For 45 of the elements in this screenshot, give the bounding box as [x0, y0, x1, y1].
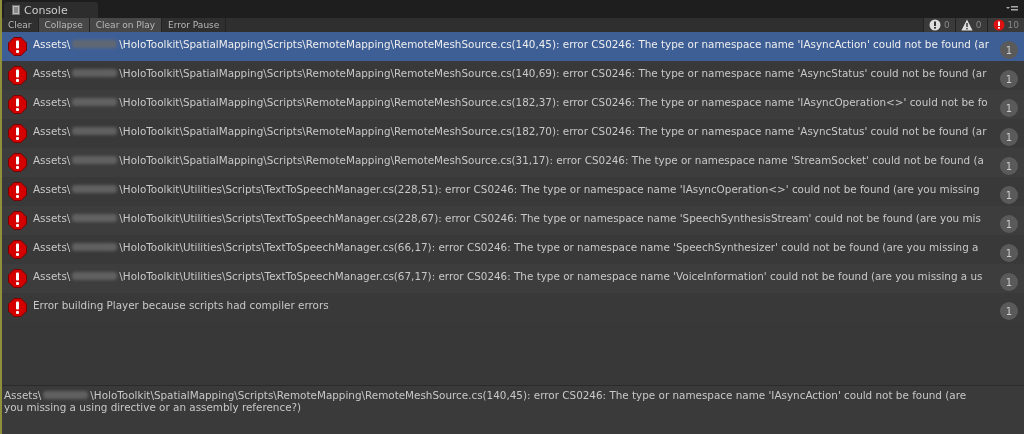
tab-title: Console [24, 3, 68, 17]
toggle-button[interactable]: Clear on Play [89, 18, 163, 32]
log-message: Assets\ \HoloToolkit\SpatialMapping\Scripts\RemoteMapping\RemoteMeshSource.cs(140,45): error CS0246: The type or namespace name 'IAsyncAction' could not be found (ar [33, 37, 989, 51]
log-detail: Assets\ \HoloToolkit\SpatialMapping\Scripts\RemoteMapping\RemoteMeshSource.cs(140,45): error CS0246: The type or namespace name 'IAsyncAction' could not be found (are you missing a using directive or an assembly reference?) [4, 389, 968, 413]
error-icon [8, 269, 27, 288]
log-message: Assets\ \HoloToolkit\SpatialMapping\Scripts\RemoteMapping\RemoteMeshSource.cs(182,37): error CS0246: The type or namespace name 'IAsyncOperation<>' could not be fo [33, 95, 988, 109]
log-message: Assets\ \HoloToolkit\SpatialMapping\Scripts\RemoteMapping\RemoteMeshSource.cs(182,70): error CS0246: The type or namespace name 'AsyncStatus' could not be found (ar [33, 124, 987, 138]
error-icon [8, 66, 27, 85]
log-message: Assets\ \HoloToolkit\Utilities\Scripts\TextToSpeechManager.cs(228,51): error CS0246: The type or namespace name 'IAsyncOperation<>' could not be found (are you missing [33, 182, 980, 196]
toggle-button[interactable]: Collapse [38, 18, 90, 32]
info-icon [929, 19, 942, 31]
error-icon [8, 182, 27, 201]
log-message: Assets\ \HoloToolkit\Utilities\Scripts\TextToSpeechManager.cs(67,17): error CS0246: The type or namespace name 'VoiceInformation' could not be found (are you missing a us [33, 269, 983, 283]
log-message: Assets\ \HoloToolkit\Utilities\Scripts\TextToSpeechManager.cs(228,67): error CS0246: The type or namespace name 'SpeechSynthesisStream' could not be found (are you mis [33, 211, 981, 225]
count-badge: 1 [1000, 41, 1018, 59]
log-entry[interactable]: Assets\ \HoloToolkit\SpatialMapping\Scripts\RemoteMapping\RemoteMeshSource.cs(182,37): error CS0246: The type or namespace name 'IAsyncOperation<>' could not be fo 1 [2, 90, 1024, 119]
console-tab[interactable]: Console [4, 2, 98, 18]
count-badge: 1 [1000, 244, 1018, 262]
error-icon [8, 240, 27, 259]
count-badge: 1 [1000, 273, 1018, 291]
error-icon [8, 298, 27, 317]
log-entry[interactable]: Assets\ \HoloToolkit\Utilities\Scripts\TextToSpeechManager.cs(67,17): error CS0246: The type or namespace name 'VoiceInformation' could not be found (are you missing a us 1 [2, 264, 1024, 293]
count-badge: 1 [1000, 99, 1018, 117]
error-icon [8, 211, 27, 230]
log-entry[interactable]: Assets\ \HoloToolkit\SpatialMapping\Scripts\RemoteMapping\RemoteMeshSource.cs(140,45): error CS0246: The type or namespace name 'IAsyncAction' could not be found (ar 1 [2, 32, 1024, 61]
console-icon [12, 5, 20, 15]
log-message: Error building Player because scripts had compiler errors [33, 298, 329, 312]
count-badge: 1 [1000, 302, 1018, 320]
count-badge: 1 [1000, 215, 1018, 233]
log-message: Assets\ \HoloToolkit\SpatialMapping\Scripts\RemoteMapping\RemoteMeshSource.cs(140,69): error CS0246: The type or namespace name 'AsyncStatus' could not be found (ar [33, 66, 987, 80]
menu-icon[interactable] [1006, 6, 1018, 12]
log-message: Assets\ \HoloToolkit\Utilities\Scripts\TextToSpeechManager.cs(66,17): error CS0246: The type or namespace name 'SpeechSynthesizer' could not be found (are you missing a [33, 240, 979, 254]
error-icon [8, 37, 27, 56]
count-badge: 1 [1000, 186, 1018, 204]
warning-icon [960, 19, 973, 31]
count-badge: 1 [1000, 70, 1018, 88]
log-entry[interactable]: Assets\ \HoloToolkit\Utilities\Scripts\TextToSpeechManager.cs(228,67): error CS0246: The type or namespace name 'SpeechSynthesisStream' could not be found (are you mis 1 [2, 206, 1024, 235]
count-badge: 1 [1000, 157, 1018, 175]
log-entry[interactable]: Assets\ \HoloToolkit\SpatialMapping\Scripts\RemoteMapping\RemoteMeshSource.cs(31,17): error CS0246: The type or namespace name 'StreamSocket' could not be found (a 1 [2, 148, 1024, 177]
count-badge: 1 [1000, 128, 1018, 146]
error-icon [8, 95, 27, 114]
error-icon [8, 153, 27, 172]
error-icon [992, 19, 1005, 31]
log-message: Assets\ \HoloToolkit\SpatialMapping\Scripts\RemoteMapping\RemoteMeshSource.cs(31,17): error CS0246: The type or namespace name 'StreamSocket' could not be found (a [33, 153, 984, 167]
error-icon [8, 124, 27, 143]
